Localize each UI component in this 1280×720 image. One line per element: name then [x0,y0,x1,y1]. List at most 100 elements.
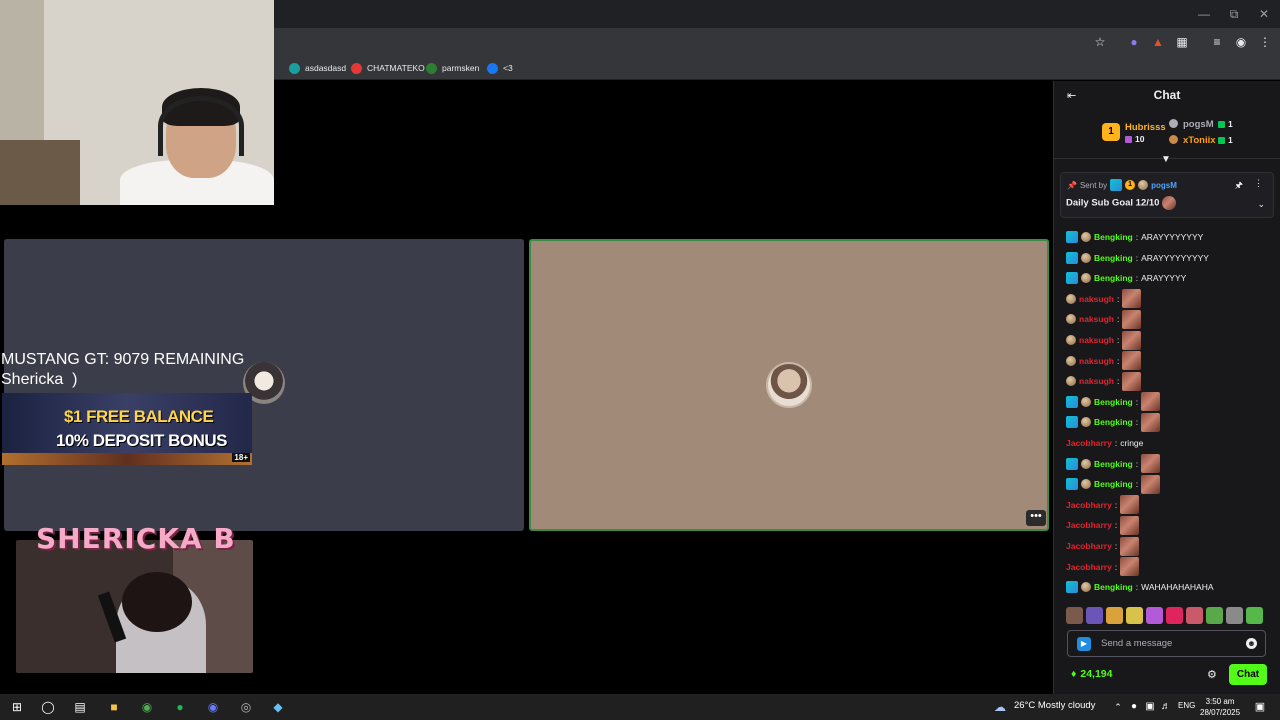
emoji-icon[interactable]: ☻ [1246,638,1257,649]
chat-message[interactable]: Bengking: [1066,412,1161,432]
chat-username[interactable]: Bengking [1094,582,1133,592]
pinned-sender[interactable]: pogsM [1151,181,1177,190]
chat-message[interactable]: Bengking: ARAYYYYYYYY [1066,229,1203,245]
close-icon[interactable]: ✕ [1256,6,1272,22]
chat-username[interactable]: naksugh [1079,294,1114,304]
extension-icon[interactable]: ▲ [1149,34,1167,50]
separator: : [1114,541,1118,551]
chat-message[interactable]: naksugh: [1066,330,1142,350]
egg-badge-icon [1081,232,1091,242]
chat-message[interactable]: naksugh: [1066,309,1142,329]
pinned-menu-icon[interactable]: ⋮ [1254,178,1263,189]
chat-message[interactable]: naksugh: [1066,351,1142,371]
chat-username[interactable]: naksugh [1079,376,1114,386]
volume-icon[interactable]: ♬ [1158,699,1174,715]
restore-icon[interactable]: ⧉ [1226,6,1242,22]
chat-message[interactable]: Jacobharry: [1066,495,1140,515]
quick-emote[interactable] [1106,607,1123,624]
weather-text[interactable]: 26°C Mostly cloudy [1014,700,1095,711]
chat-message[interactable]: Bengking: [1066,474,1161,494]
windows-start-icon[interactable]: ⊞ [9,699,25,715]
leader-name[interactable]: Hubrisss [1125,122,1166,133]
bookmark-item[interactable]: parmsken [426,60,479,76]
chat-message[interactable]: Jacobharry: [1066,557,1140,577]
bookmark-star-icon[interactable]: ☆ [1091,34,1109,50]
chat-message[interactable]: Bengking: ARAYYYYYYYYY [1066,250,1209,266]
leader-name[interactable]: pogsM [1183,119,1214,130]
menu-dots-icon[interactable]: ⋮ [1256,34,1274,50]
quick-emote[interactable] [1086,607,1103,624]
quick-emote[interactable] [1246,607,1263,624]
quick-emote[interactable] [1066,607,1083,624]
chat-message[interactable]: Jacobharry: cringe [1066,435,1143,451]
chat-username[interactable]: Bengking [1094,479,1133,489]
filter-icon[interactable]: ▼ [1160,154,1172,165]
chat-username[interactable]: naksugh [1079,314,1114,324]
chat-username[interactable]: Bengking [1094,273,1133,283]
network-icon[interactable]: ▣ [1142,699,1158,715]
emote-image [1120,515,1140,535]
quick-emote[interactable] [1166,607,1183,624]
chrome-profile-icon[interactable]: ◉ [205,699,221,715]
sub-badge-icon [1066,416,1078,429]
collapse-chat-icon[interactable]: ⇤ [1067,89,1081,102]
chat-input[interactable]: ▶ Send a message ☻ [1067,630,1266,657]
bookmark-item[interactable]: asdasdasd [289,60,346,76]
quick-emote[interactable] [1186,607,1203,624]
channel-points[interactable]: ♦ 24,194 [1071,668,1112,680]
chat-username[interactable]: Jacobharry [1066,520,1112,530]
gear-icon[interactable]: ⚙ [1207,668,1217,681]
chat-username[interactable]: Bengking [1094,417,1133,427]
quick-emote[interactable] [1226,607,1243,624]
file-explorer-icon[interactable]: ■ [106,699,122,715]
puzzle-icon[interactable]: ▦ [1173,34,1191,50]
quick-emote[interactable] [1146,607,1163,624]
chat-message[interactable]: Bengking: WAHAHAHAHAHA [1066,579,1214,595]
extension-icon[interactable]: ● [1125,34,1143,50]
chat-message[interactable]: naksugh: [1066,371,1142,391]
chat-message[interactable]: Bengking: [1066,454,1161,474]
language-indicator[interactable]: ENG [1178,701,1195,710]
steam-icon[interactable]: ◆ [270,699,286,715]
obs-icon[interactable]: ◎ [238,699,254,715]
clock[interactable]: 3:50 am 28/07/2025 [1200,696,1240,718]
chevron-down-icon[interactable]: ⌄ [1257,199,1265,210]
more-options-button[interactable]: ••• [1026,510,1046,526]
notification-icon[interactable]: ▣ [1252,699,1268,715]
chat-username[interactable]: naksugh [1079,356,1114,366]
media-control-icon[interactable]: ≡ [1208,34,1226,50]
chat-username[interactable]: Bengking [1094,397,1133,407]
chat-text: cringe [1120,438,1144,448]
minimize-icon[interactable]: — [1196,6,1212,22]
pinned-message[interactable]: 📌 Sent by 1 pogsM Daily Sub Goal 12/10 🖈… [1060,172,1274,218]
chat-message[interactable]: naksugh: [1066,289,1142,309]
task-view-icon[interactable]: ▤ [72,699,88,715]
chat-username[interactable]: Jacobharry [1066,438,1112,448]
chat-username[interactable]: naksugh [1079,335,1114,345]
bookmark-item[interactable]: CHATMATEKO [351,60,425,76]
chat-username[interactable]: Bengking [1094,232,1133,242]
chat-username[interactable]: Jacobharry [1066,562,1112,572]
promo-line2: 10% DEPOSIT BONUS [56,431,228,450]
spotify-icon[interactable]: ● [172,699,188,715]
chrome-icon[interactable]: ◉ [139,699,155,715]
chat-username[interactable]: Bengking [1094,253,1133,263]
search-icon[interactable]: ◯ [40,699,56,715]
microphone-icon[interactable]: ● [1126,699,1142,715]
chat-username[interactable]: Bengking [1094,459,1133,469]
chat-message[interactable]: Jacobharry: [1066,536,1140,556]
chat-message[interactable]: Bengking: ARAYYYYY [1066,270,1186,286]
unpin-icon[interactable]: 🖈 [1235,178,1243,194]
send-chat-button[interactable]: Chat [1229,664,1267,685]
bookmark-item[interactable]: <3 [487,60,513,76]
chat-message[interactable]: Jacobharry: [1066,515,1140,535]
quick-emote[interactable] [1206,607,1223,624]
quick-emote[interactable] [1126,607,1143,624]
leader-name[interactable]: xToniix [1183,135,1216,146]
separator: : [1116,293,1120,304]
profile-avatar-icon[interactable]: ◉ [1232,34,1250,50]
chevron-up-icon[interactable]: ⌃ [1110,699,1126,715]
chat-username[interactable]: Jacobharry [1066,500,1112,510]
chat-username[interactable]: Jacobharry [1066,541,1112,551]
chat-message[interactable]: Bengking: [1066,392,1161,412]
